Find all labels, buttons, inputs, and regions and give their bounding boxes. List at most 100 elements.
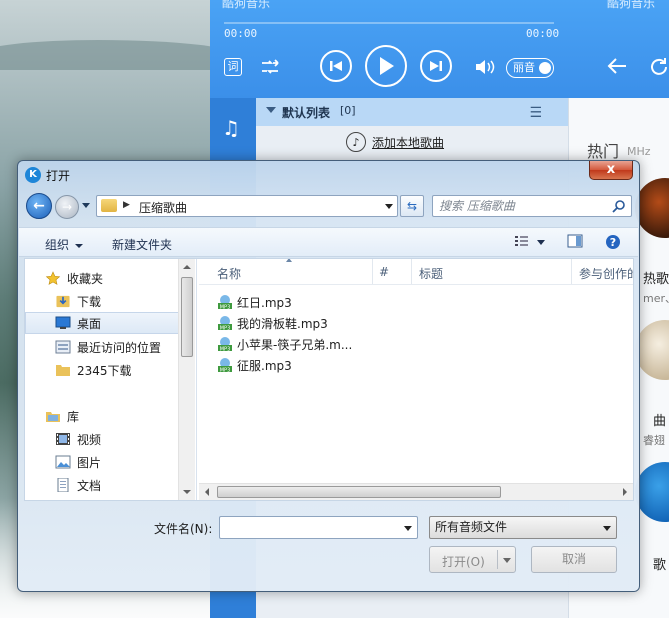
back-button[interactable]: ←: [26, 193, 52, 219]
play-progress-bar[interactable]: [224, 22, 554, 24]
next-track-button[interactable]: [420, 50, 452, 82]
navigation-bar: ← → ▶ 压缩歌曲 ⇆: [18, 191, 639, 221]
search-icon[interactable]: [612, 199, 626, 213]
volume-icon[interactable]: [474, 58, 496, 80]
album-thumbnail[interactable]: [635, 462, 669, 522]
search-box[interactable]: [432, 195, 632, 217]
view-options-icon[interactable]: [514, 234, 530, 251]
column-divider[interactable]: [372, 259, 373, 284]
library-icon: [46, 412, 60, 422]
add-local-songs-label: 添加本地歌曲: [372, 135, 445, 150]
close-button[interactable]: x: [589, 161, 633, 180]
svg-text:?: ?: [610, 236, 616, 249]
new-folder-button[interactable]: 新建文件夹: [112, 236, 172, 253]
recent-pages-dropdown-icon[interactable]: [82, 203, 90, 208]
column-headers: 名称 # 标题 参与创作的艺: [199, 259, 633, 285]
column-divider[interactable]: [411, 259, 412, 284]
play-icon: [380, 57, 394, 75]
nav-item-documents[interactable]: 文档: [25, 474, 175, 496]
playlist-menu-icon[interactable]: ☰: [529, 105, 542, 121]
svg-text:MP3: MP3: [220, 347, 231, 353]
nav-item-pictures[interactable]: 图片: [25, 451, 175, 473]
nav-item-recent-places[interactable]: 最近访问的位置: [25, 336, 175, 358]
file-row[interactable]: MP3 小苹果-筷子兄弟.m...: [217, 334, 352, 354]
refresh-icon: ⇆: [406, 199, 418, 213]
svg-text:MP3: MP3: [220, 326, 231, 332]
album-thumbnail[interactable]: [635, 320, 669, 380]
hot-label: 热门: [587, 142, 620, 161]
album-thumbnail[interactable]: [635, 178, 669, 238]
file-type-select[interactable]: 所有音频文件: [429, 516, 617, 539]
add-local-songs-link[interactable]: ♪ 添加本地歌曲: [346, 132, 444, 152]
column-artists[interactable]: 参与创作的艺: [579, 265, 633, 282]
address-dropdown-icon[interactable]: [385, 204, 393, 209]
breadcrumb-chevron-icon[interactable]: ▶: [123, 200, 130, 210]
dialog-titlebar[interactable]: K 打开 x: [18, 161, 639, 189]
forward-button[interactable]: →: [55, 195, 79, 219]
nav-label: 库: [67, 409, 80, 424]
view-dropdown-icon[interactable]: [537, 240, 545, 245]
scrollbar-thumb[interactable]: [217, 486, 501, 498]
help-icon[interactable]: ?: [605, 234, 621, 253]
scroll-up-icon[interactable]: [183, 265, 191, 269]
scroll-down-icon[interactable]: [183, 490, 191, 494]
recommend-subtext: mer、: [643, 292, 669, 305]
nav-label: 收藏夹: [67, 271, 104, 286]
file-name: 我的滑板鞋.mp3: [237, 316, 328, 331]
file-row[interactable]: MP3 红日.mp3: [217, 292, 292, 312]
previous-track-button[interactable]: [320, 50, 352, 82]
refresh-button[interactable]: ⇆: [400, 195, 424, 217]
chevron-down-icon: [603, 526, 611, 531]
lyrics-button[interactable]: 词: [224, 58, 242, 76]
chevron-down-icon: [75, 243, 84, 248]
sound-quality-label: 丽音: [513, 61, 535, 74]
nav-item-favorites[interactable]: 收藏夹: [25, 267, 175, 289]
breadcrumb-folder[interactable]: 压缩歌曲: [139, 199, 187, 216]
nav-item-2345-downloads[interactable]: 2345下载: [25, 359, 175, 381]
desktop-icon: [55, 316, 71, 329]
scrollbar-thumb[interactable]: [181, 277, 193, 357]
nav-item-downloads[interactable]: 下载: [25, 290, 175, 312]
player-title: 酷狗音乐: [222, 0, 271, 10]
playlist-header[interactable]: 默认列表 [0] ☰: [256, 98, 568, 126]
file-row[interactable]: MP3 征服.mp3: [217, 355, 292, 375]
refresh-icon[interactable]: [648, 56, 669, 82]
open-options-dropdown-icon[interactable]: [503, 558, 511, 563]
scroll-left-icon[interactable]: [205, 488, 209, 496]
split-divider: [497, 550, 498, 569]
shuffle-icon[interactable]: [260, 58, 280, 80]
mp3-file-icon: MP3: [218, 316, 232, 332]
file-name-dropdown-icon[interactable]: [404, 526, 412, 531]
music-note-icon[interactable]: ♫: [222, 116, 240, 140]
open-button[interactable]: 打开(O): [429, 546, 516, 573]
column-name[interactable]: 名称: [217, 265, 241, 282]
preview-pane-icon[interactable]: [567, 234, 583, 251]
column-number[interactable]: #: [379, 265, 389, 279]
file-horizontal-scrollbar[interactable]: [199, 483, 633, 500]
nav-vertical-scrollbar[interactable]: [178, 259, 195, 500]
kugou-logo-icon: K: [25, 167, 41, 183]
file-name-field[interactable]: [219, 516, 418, 539]
lyrics-label: 词: [227, 60, 239, 73]
organize-button[interactable]: 组织: [45, 236, 84, 253]
organize-label: 组织: [45, 238, 70, 252]
sound-quality-toggle[interactable]: 丽音: [506, 58, 554, 78]
play-button[interactable]: [365, 45, 407, 87]
back-arrow-icon: ←: [33, 198, 45, 214]
nav-item-desktop[interactable]: 桌面: [25, 312, 179, 334]
search-input[interactable]: [439, 198, 609, 214]
file-row[interactable]: MP3 我的滑板鞋.mp3: [217, 313, 328, 333]
nav-label: 桌面: [77, 316, 102, 331]
collapse-triangle-icon[interactable]: [266, 107, 276, 113]
recent-places-icon: [55, 340, 71, 354]
scroll-right-icon[interactable]: [623, 488, 627, 496]
address-bar[interactable]: ▶ 压缩歌曲: [96, 195, 398, 217]
column-divider[interactable]: [571, 259, 572, 284]
column-title[interactable]: 标题: [419, 265, 443, 282]
nav-item-videos[interactable]: 视频: [25, 428, 175, 450]
back-arrow-icon[interactable]: [606, 56, 628, 80]
svg-text:MP3: MP3: [220, 368, 231, 374]
star-icon: [45, 271, 61, 285]
cancel-button[interactable]: 取消: [531, 546, 617, 573]
nav-item-libraries[interactable]: 库: [25, 405, 175, 427]
